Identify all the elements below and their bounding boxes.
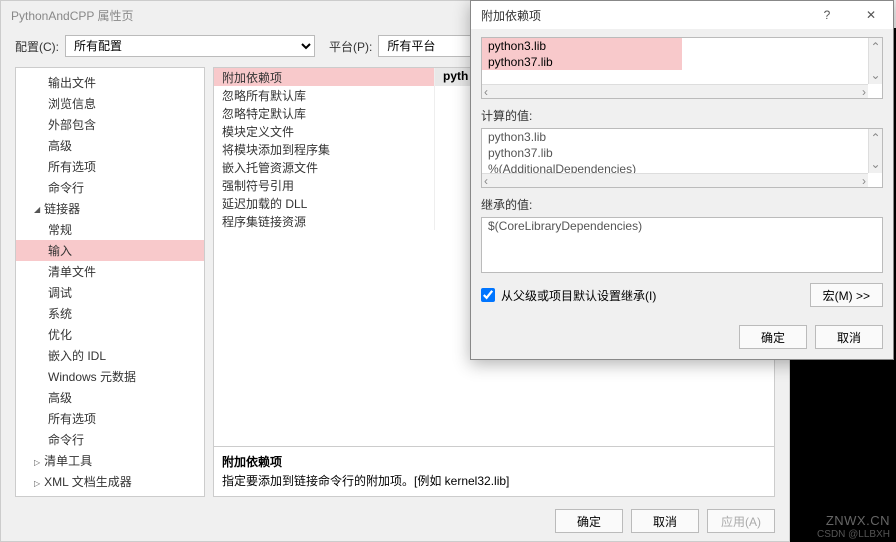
scrollbar-v[interactable]: ⌃⌄ [868,129,882,173]
dialog-title: 附加依赖项 [471,7,805,24]
help-button[interactable]: ? [805,1,849,29]
scrollbar-v[interactable]: ⌃⌄ [868,38,882,84]
inherit-checkbox-label: 从父级或项目默认设置继承(I) [501,287,656,304]
inherited-box: $(CoreLibraryDependencies) [481,217,883,273]
tree-item[interactable]: 嵌入的 IDL [16,345,204,366]
close-button[interactable]: ✕ [849,1,893,29]
bottom-buttons: 确定 取消 应用(A) [555,509,775,533]
tree-item[interactable]: 输出文件 [16,72,204,93]
scrollbar-h[interactable]: ‹› [482,173,868,187]
platform-label: 平台(P): [329,38,372,55]
property-label: 嵌入托管资源文件 [214,158,434,176]
tree-item[interactable]: 高级 [16,135,204,156]
macro-button[interactable]: 宏(M) >> [810,283,883,307]
tree-item[interactable]: 高级 [16,387,204,408]
desc-text: 指定要添加到链接命令行的附加项。[例如 kernel32.lib] [222,472,766,489]
property-label: 延迟加载的 DLL [214,194,434,212]
tree-category[interactable]: 清单工具 [16,450,204,471]
tree-category[interactable]: 浏览信息 [16,492,204,497]
watermark-sub: CSDN @LLBXH [817,529,890,540]
dialog-cancel-button[interactable]: 取消 [815,325,883,349]
calc-line: python3.lib [482,129,882,145]
dep-line: python3.lib [482,38,682,54]
category-tree[interactable]: 输出文件浏览信息外部包含高级所有选项命令行链接器常规输入清单文件调试系统优化嵌入… [15,67,205,497]
inherit-row: 从父级或项目默认设置继承(I) 宏(M) >> [481,283,883,307]
tree-item[interactable]: 输入 [16,240,204,261]
property-label: 将模块添加到程序集 [214,140,434,158]
deps-edit-box[interactable]: python3.lib python37.lib ⌃⌄ ‹› [481,37,883,99]
config-label: 配置(C): [15,38,59,55]
tree-item[interactable]: 浏览信息 [16,93,204,114]
tree-item[interactable]: Windows 元数据 [16,366,204,387]
dialog-ok-button[interactable]: 确定 [739,325,807,349]
tree-category[interactable]: XML 文档生成器 [16,471,204,492]
additional-deps-dialog: 附加依赖项 ? ✕ python3.lib python37.lib ⌃⌄ ‹›… [470,0,894,360]
property-label: 忽略所有默认库 [214,86,434,104]
tree-item[interactable]: 所有选项 [16,156,204,177]
scrollbar-h[interactable]: ‹› [482,84,868,98]
tree-item[interactable]: 命令行 [16,429,204,450]
inherit-line: $(CoreLibraryDependencies) [482,218,882,234]
property-label: 附加依赖项 [214,68,434,86]
tree-item[interactable]: 清单文件 [16,261,204,282]
tree-item[interactable]: 所有选项 [16,408,204,429]
dialog-titlebar: 附加依赖项 ? ✕ [471,1,893,29]
ok-button[interactable]: 确定 [555,509,623,533]
calculated-box: python3.lib python37.lib %(AdditionalDep… [481,128,883,188]
dialog-buttons: 确定 取消 [471,315,893,359]
inherited-label: 继承的值: [481,196,883,213]
calculated-label: 计算的值: [481,107,883,124]
property-label: 程序集链接资源 [214,212,434,230]
calc-line: python37.lib [482,145,882,161]
watermark: ZNWX.CN [826,513,890,528]
tree-item[interactable]: 命令行 [16,177,204,198]
tree-item[interactable]: 调试 [16,282,204,303]
description-panel: 附加依赖项 指定要添加到链接命令行的附加项。[例如 kernel32.lib] [213,447,775,497]
tree-item[interactable]: 外部包含 [16,114,204,135]
tree-category[interactable]: 链接器 [16,198,204,219]
property-label: 忽略特定默认库 [214,104,434,122]
desc-title: 附加依赖项 [222,453,766,470]
cancel-button[interactable]: 取消 [631,509,699,533]
config-select[interactable]: 所有配置 [65,35,315,57]
dialog-body: python3.lib python37.lib ⌃⌄ ‹› 计算的值: pyt… [471,29,893,315]
dep-line: python37.lib [482,54,682,70]
property-label: 模块定义文件 [214,122,434,140]
property-label: 强制符号引用 [214,176,434,194]
tree-item[interactable]: 系统 [16,303,204,324]
apply-button[interactable]: 应用(A) [707,509,775,533]
inherit-checkbox[interactable] [481,288,495,302]
tree-item[interactable]: 优化 [16,324,204,345]
tree-item[interactable]: 常规 [16,219,204,240]
